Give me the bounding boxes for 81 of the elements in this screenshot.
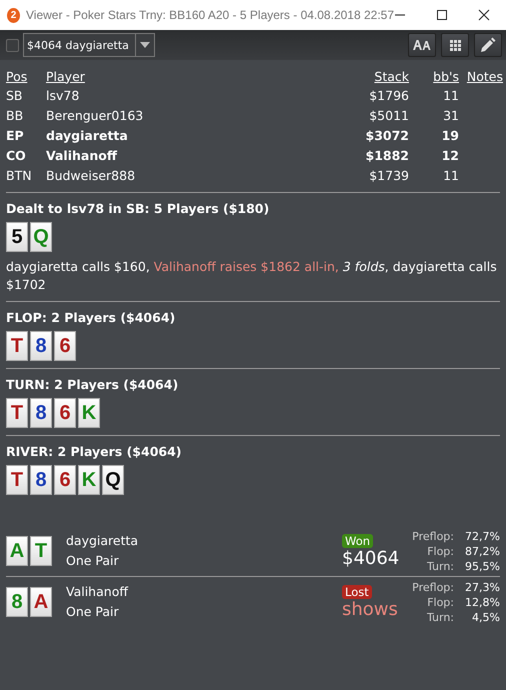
playing-card: 6: [54, 331, 76, 361]
equity-label: Flop:: [426, 594, 454, 610]
table-cell: EP: [6, 128, 24, 142]
playing-card: 8: [30, 465, 52, 495]
equity-value: 12,8%: [464, 594, 500, 610]
equity-label: Flop:: [426, 544, 454, 558]
playing-card: T: [30, 536, 52, 566]
equity-label: Turn:: [426, 610, 454, 624]
outcome-badge: Won: [342, 534, 374, 548]
column-header[interactable]: bb's: [409, 67, 459, 85]
outcome-badge: Lost: [342, 584, 372, 598]
playing-card: 6: [54, 465, 76, 495]
action-text: daygiaretta calls $160, Valihanoff raises $1862 all-in, 3 folds, daygiaretta calls $1702: [6, 258, 498, 294]
table-cell: Valihanoff: [46, 148, 117, 162]
edit-button[interactable]: [474, 33, 502, 57]
equity-value: 4,5%: [471, 610, 500, 624]
table-cell: 11: [443, 88, 459, 102]
table-cell: $1739: [369, 168, 409, 182]
column-header[interactable]: Stack: [296, 67, 409, 85]
table-cell: $1796: [369, 88, 409, 102]
equity-label: Preflop:: [411, 528, 454, 544]
equity-value: 87,2%: [464, 544, 500, 558]
playing-card: K: [78, 398, 100, 428]
playing-card: K: [78, 465, 100, 495]
table-cell: $5011: [369, 108, 409, 122]
street-title: Dealt to lsv78 in SB: 5 Players ($180): [6, 201, 270, 216]
window-title: Viewer - Poker Stars Trny: BB160 A20 - 5 Players - 04.08.2018 22:57: [26, 8, 394, 22]
column-header[interactable]: Pos: [6, 67, 46, 85]
font-size-button[interactable]: [408, 33, 436, 57]
font-size-icon: [413, 40, 431, 50]
playing-card: A: [6, 536, 28, 566]
pencil-icon: [480, 37, 496, 53]
column-header[interactable]: Notes: [459, 67, 503, 85]
playing-card: 8: [6, 587, 28, 617]
hand-dropdown[interactable]: $4064 daygiaretta: [23, 33, 155, 57]
app-logo-icon: 2: [7, 8, 20, 22]
table-cell: CO: [6, 148, 26, 162]
table-cell: $3072: [366, 128, 409, 142]
playing-card: T: [6, 331, 28, 361]
hand-rank: One Pair: [66, 603, 120, 621]
table-cell: 11: [443, 168, 459, 182]
column-header[interactable]: Player: [46, 67, 297, 85]
checkbox[interactable]: [6, 38, 19, 52]
equity-label: Turn:: [426, 558, 454, 574]
maximize-icon[interactable]: [436, 9, 448, 21]
close-icon[interactable]: [478, 9, 490, 21]
player-name: Valihanoff: [66, 583, 130, 601]
equity-value: 27,3%: [464, 580, 500, 594]
equity-value: 72,7%: [464, 528, 500, 544]
hand-rank: One Pair: [66, 552, 120, 570]
table-cell: lsv78: [46, 88, 80, 102]
player-name: daygiaretta: [66, 532, 140, 550]
street-title: FLOP: 2 Players ($4064): [6, 310, 176, 325]
playing-card: 8: [30, 398, 52, 428]
playing-card: T: [6, 465, 28, 495]
table-cell: SB: [6, 88, 23, 102]
table-cell: $1882: [366, 148, 409, 162]
table-cell: 12: [442, 148, 459, 162]
playing-card: A: [30, 587, 52, 617]
table-cell: Berenguer0163: [46, 108, 144, 122]
playing-card: Q: [30, 222, 52, 252]
table-cell: daygiaretta: [46, 128, 128, 142]
playing-card: 5: [6, 222, 28, 252]
grid-icon: [450, 40, 460, 50]
grid-button[interactable]: [441, 33, 469, 57]
caret-icon: [140, 42, 150, 48]
equity-value: 95,5%: [464, 558, 500, 574]
table-cell: 31: [443, 108, 459, 122]
equity-label: Preflop:: [411, 580, 454, 594]
street-title: RIVER: 2 Players ($4064): [6, 444, 183, 459]
playing-card: T: [6, 398, 28, 428]
playing-card: 8: [30, 331, 52, 361]
table-cell: BTN: [6, 168, 32, 182]
amount-text: $4064: [342, 548, 400, 568]
street-title: TURN: 2 Players ($4064): [6, 377, 180, 392]
amount-text: shows: [342, 598, 398, 620]
playing-card: Q: [102, 465, 124, 495]
table-cell: Budweiser888: [46, 168, 136, 182]
table-cell: BB: [6, 108, 24, 122]
playing-card: 6: [54, 398, 76, 428]
table-cell: 19: [442, 128, 459, 142]
